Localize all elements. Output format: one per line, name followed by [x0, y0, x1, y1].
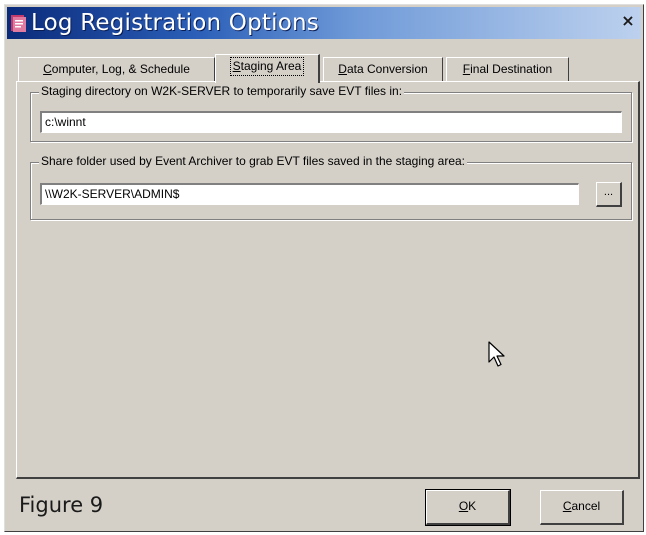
staging-directory-group: Staging directory on W2K-SERVER to tempo… — [30, 84, 632, 142]
ok-label: K — [468, 499, 477, 513]
title-bar[interactable]: Log Registration Options × — [7, 7, 641, 39]
tab-label: taging Area — [240, 59, 302, 73]
ok-mnemonic: O — [458, 499, 469, 513]
close-icon: × — [621, 11, 635, 30]
app-icon — [11, 15, 26, 32]
staging-directory-label: Staging directory on W2K-SERVER to tempo… — [39, 84, 405, 98]
tab-mnemonic: D — [338, 62, 347, 76]
share-folder-input[interactable]: \\W2K-SERVER\ADMIN$ — [40, 183, 579, 205]
cancel-button[interactable]: Cancel — [540, 490, 624, 525]
share-folder-label: Share folder used by Event Archiver to g… — [39, 154, 468, 168]
staging-directory-input[interactable]: c:\winnt — [40, 111, 622, 133]
staging-area-panel: Staging directory on W2K-SERVER to tempo… — [16, 81, 640, 479]
cancel-label: ancel — [571, 499, 601, 513]
browse-button[interactable]: ... — [596, 182, 622, 207]
tab-staging-area[interactable]: Staging Area — [215, 54, 320, 83]
tab-label: omputer, Log, & Schedule — [51, 62, 190, 76]
tab-label: inal Destination — [470, 62, 553, 76]
mouse-pointer-icon — [488, 341, 505, 367]
tab-mnemonic: C — [43, 62, 52, 76]
close-button[interactable]: × — [617, 10, 639, 32]
log-registration-dialog: Log Registration Options × Computer, Log… — [4, 4, 644, 532]
figure-caption: Figure 9 — [19, 493, 104, 517]
tab-data-conversion[interactable]: Data Conversion — [323, 57, 443, 81]
tab-label: ata Conversion — [346, 62, 428, 76]
ok-button[interactable]: OK — [425, 489, 511, 526]
tab-computer-log-schedule[interactable]: Computer, Log, & Schedule — [18, 57, 215, 81]
share-folder-group: Share folder used by Event Archiver to g… — [30, 154, 632, 220]
tab-mnemonic: S — [232, 59, 241, 73]
window-title: Log Registration Options — [31, 10, 319, 36]
tab-final-destination[interactable]: Final Destination — [446, 57, 569, 81]
